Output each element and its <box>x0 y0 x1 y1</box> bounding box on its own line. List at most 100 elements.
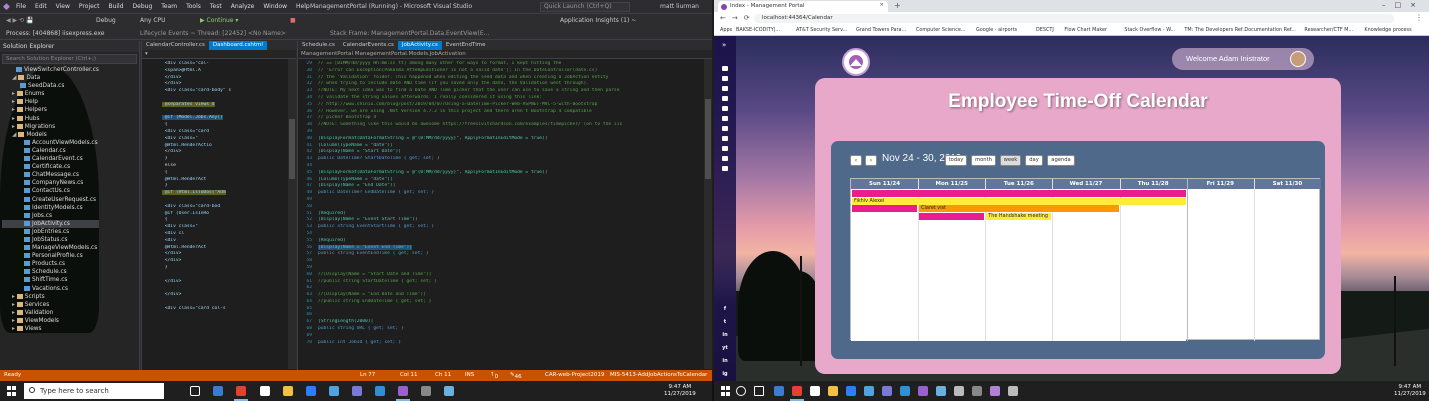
solution-item[interactable]: IdentityModels.cs <box>2 204 99 212</box>
solution-item[interactable]: ▸ Migrations <box>2 123 99 131</box>
task-view-icon[interactable] <box>754 386 764 396</box>
store-icon[interactable] <box>810 386 820 396</box>
sidebar-nav-icon[interactable] <box>722 76 728 81</box>
welcome-pill[interactable]: Welcome Adam Inistrator <box>1172 48 1314 70</box>
status-branch[interactable]: MIS-5413-AddJobActionsToCalendar <box>610 372 707 378</box>
vscode-icon[interactable] <box>900 386 910 396</box>
solution-item[interactable]: Calendar.cs <box>2 147 99 155</box>
calendar-event[interactable] <box>919 212 985 220</box>
dropbox-icon[interactable] <box>306 386 316 396</box>
edge-icon[interactable] <box>774 386 784 396</box>
bookmark-item[interactable]: Stack Overflow - W... <box>1124 27 1175 33</box>
sidebar-nav-icon[interactable] <box>722 86 728 91</box>
view-month-button[interactable]: month <box>971 155 996 166</box>
task-view-icon[interactable] <box>190 386 200 396</box>
next-week-button[interactable]: › <box>865 155 877 166</box>
bookmark-item[interactable]: BAKSE-ICODITY|... <box>736 27 780 33</box>
bookmark-item[interactable]: Researcher/CTF M... <box>1304 27 1353 33</box>
view-today-button[interactable]: today <box>945 155 967 166</box>
chrome-icon[interactable] <box>790 386 804 401</box>
solution-item[interactable]: ▸ Helpers <box>2 106 99 114</box>
windows-start-icon[interactable] <box>721 386 731 396</box>
bookmark-item[interactable]: Google - airports <box>976 27 1017 33</box>
vs-user-name[interactable]: matt liurman <box>660 3 699 10</box>
solution-item[interactable]: Schedule.cs <box>2 268 99 276</box>
menu-item-help[interactable]: Help <box>296 3 310 10</box>
visual-studio-icon[interactable] <box>918 386 928 396</box>
bookmark-item[interactable]: Documentation Ref... <box>1244 27 1295 33</box>
chrome-menu-icon[interactable]: ⋮ <box>1415 13 1423 22</box>
close-tab-icon[interactable]: × <box>879 2 884 8</box>
notepad-icon[interactable] <box>936 386 946 396</box>
chrome-icon[interactable] <box>234 386 248 401</box>
bookmark-item[interactable]: Computer Science... <box>916 27 966 33</box>
solution-item[interactable]: ◢ Models <box>2 131 99 139</box>
code-view-left[interactable]: <div class="col- <span>@Html.A </div> </… <box>142 59 296 312</box>
solution-item[interactable]: PersonalProfile.cs <box>2 252 99 260</box>
solution-explorer-search-input[interactable]: Search Solution Explorer (Ctrl+;) <box>2 54 137 64</box>
solution-item[interactable]: ManageViewModels.cs <box>2 244 99 252</box>
address-bar[interactable]: localhost:44364/Calendar <box>754 14 1394 23</box>
solution-item[interactable]: ▸ Validation <box>2 309 99 317</box>
editor-tab[interactable]: JobActivity.cs <box>397 41 442 50</box>
teams-icon[interactable] <box>352 386 362 396</box>
view-week-button[interactable]: week <box>1000 155 1021 166</box>
menu-item-edit[interactable]: Edit <box>35 3 47 10</box>
portal-logo[interactable] <box>842 48 870 76</box>
solution-item[interactable]: CompanyNews.cs <box>2 179 99 187</box>
social-link-icon[interactable]: f <box>721 306 729 312</box>
editor-scrollbar-left[interactable] <box>288 59 296 369</box>
solution-item[interactable]: Jobs.cs <box>2 212 99 220</box>
sidebar-nav-icon[interactable] <box>722 66 728 71</box>
window-controls-icon[interactable]: –□× <box>1382 1 1425 9</box>
solution-item[interactable]: ▸ Views <box>2 325 99 333</box>
solution-item[interactable]: ▸ ViewModels <box>2 317 99 325</box>
solution-item[interactable]: AccountViewModels.cs <box>2 139 99 147</box>
back-arrow-icon[interactable]: ◀ ▶ ⟲ 💾 <box>6 17 33 24</box>
process-select[interactable]: Process: [404868] iisexpress.exe <box>6 30 104 37</box>
social-link-icon[interactable]: in <box>721 332 729 338</box>
solution-item[interactable]: ShiftTime.cs <box>2 276 99 284</box>
taskbar-search-input[interactable]: Type here to search <box>24 383 164 399</box>
platform-select[interactable]: Any CPU <box>140 17 166 24</box>
bookmark-item[interactable]: TM: The Developers Ref... <box>1184 27 1247 33</box>
lifecycle-select[interactable]: Lifecycle Events ~ Thread: [22452] <No N… <box>140 30 286 37</box>
explorer-icon[interactable] <box>828 386 838 396</box>
solution-item[interactable]: SeedData.cs <box>2 82 99 90</box>
solution-item[interactable]: ▸ Services <box>2 301 99 309</box>
status-errors[interactable]: ↑ 0 <box>490 372 498 380</box>
sidebar-nav-icon[interactable] <box>722 146 728 151</box>
solution-item[interactable]: Products.cs <box>2 260 99 268</box>
solution-item[interactable]: ViewSwitcherController.cs <box>2 66 99 74</box>
windows-start-icon[interactable] <box>7 386 17 396</box>
browser-tab[interactable]: Index - Management Portal × <box>718 1 888 12</box>
solution-item[interactable]: CreateUserRequest.cs <box>2 196 99 204</box>
view-agenda-button[interactable]: agenda <box>1047 155 1075 166</box>
calendar-event[interactable]: The Handshake meeting <box>986 212 1052 220</box>
menu-item-file[interactable]: File <box>16 3 26 10</box>
bookmark-item[interactable]: Apps <box>720 27 732 33</box>
bookmark-item[interactable]: DESCTJ <box>1036 27 1054 33</box>
sidebar-nav-icon[interactable] <box>722 166 728 171</box>
solution-item[interactable]: ChatMessage.cs <box>2 171 99 179</box>
teams-icon[interactable] <box>882 386 892 396</box>
menu-item-build[interactable]: Build <box>108 3 123 10</box>
visual-studio-icon[interactable] <box>396 386 410 401</box>
app-insights-button[interactable]: Application Insights (1) ~ <box>560 17 636 24</box>
taskbar-clock-left[interactable]: 9:47 AM 11/27/2019 <box>664 384 696 398</box>
view-day-button[interactable]: day <box>1025 155 1043 166</box>
vs-purple-icon[interactable] <box>990 386 1000 396</box>
menu-item-analyze[interactable]: Analyze <box>231 3 255 10</box>
solution-item[interactable]: ContactUs.cs <box>2 187 99 195</box>
mail-icon[interactable] <box>329 386 339 396</box>
sidebar-nav-icon[interactable] <box>722 116 728 121</box>
solution-item[interactable]: ▸ Hubs <box>2 115 99 123</box>
editor-tab[interactable]: CalendarController.cs <box>142 41 209 50</box>
editor-tab[interactable]: Dashboard.cshtml <box>208 41 267 50</box>
config-select[interactable]: Debug <box>96 17 116 24</box>
bookmark-item[interactable]: AT&T Security Serv... <box>796 27 847 33</box>
github-icon[interactable] <box>954 386 964 396</box>
editor-breadcrumb[interactable]: ManagementPortal ManagementPortal.Models… <box>298 50 712 59</box>
editor-tab[interactable]: CalendarEvents.cs <box>339 41 398 50</box>
vscode-icon[interactable] <box>375 386 385 396</box>
